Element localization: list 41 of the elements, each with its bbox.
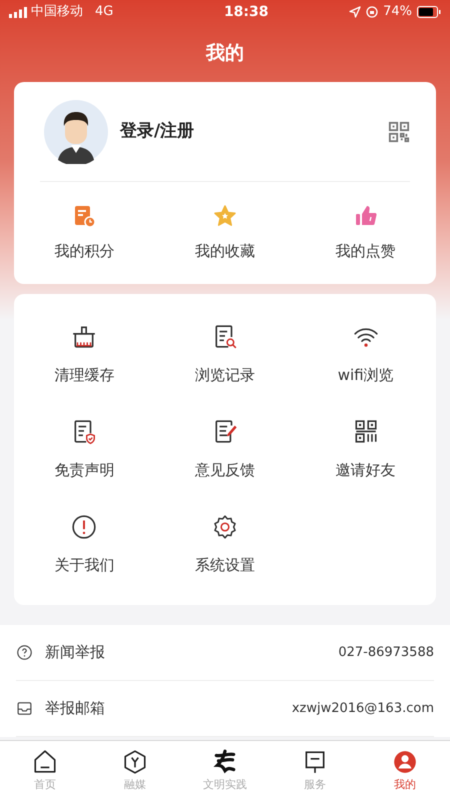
tool-item[interactable]: wifi浏览 — [295, 308, 436, 403]
tab[interactable]: 我的 — [360, 749, 450, 800]
tool-item[interactable]: 关于我们 — [14, 498, 155, 593]
tool-item[interactable]: 浏览记录 — [154, 308, 296, 403]
tool-item[interactable]: 清理缓存 — [14, 308, 155, 403]
contact-value: xzwjw2016@163.com — [292, 700, 434, 718]
basket-icon — [71, 324, 98, 350]
person-icon — [392, 749, 418, 775]
carrier-name: 中国移动 — [31, 3, 83, 22]
hexagon-icon — [122, 749, 148, 775]
house-icon — [32, 749, 58, 775]
contact-value: 027-86973588 — [338, 644, 434, 662]
rotation-lock-icon — [366, 6, 378, 18]
signal-icon — [9, 6, 27, 18]
location-arrow-icon — [349, 6, 362, 18]
settings-icon — [212, 514, 238, 540]
qr-code-icon — [388, 120, 410, 142]
tool-item[interactable]: 意见反馈 — [154, 403, 296, 498]
battery-icon — [417, 6, 441, 18]
quick-action[interactable]: 我的收藏 — [154, 204, 296, 262]
thumbs-up-icon — [354, 204, 378, 228]
network-type: 4G — [95, 3, 114, 22]
page-title: 我的 — [206, 40, 244, 66]
status-time: 18:38 — [222, 2, 270, 22]
quick-action[interactable]: 我的积分 — [14, 204, 155, 262]
battery-percent: 74% — [383, 3, 412, 22]
help-circle-icon — [16, 644, 33, 661]
avatar — [44, 100, 108, 164]
tool-item[interactable]: 系统设置 — [154, 498, 296, 593]
tool-item[interactable]: 免责声明 — [14, 403, 155, 498]
contact-label: 举报邮箱 — [45, 698, 105, 720]
tool-item[interactable]: 邀请好友 — [295, 403, 436, 498]
exclamation-circle-icon — [71, 514, 98, 540]
qr-code-icon — [352, 419, 379, 446]
contact-label: 新闻举报 — [45, 642, 105, 664]
envelope-icon — [16, 700, 33, 717]
login-link[interactable]: 登录/注册 — [120, 118, 194, 144]
quick-action[interactable]: 我的点赞 — [295, 204, 436, 262]
star-icon — [212, 204, 237, 228]
brush-mark-icon — [212, 749, 238, 775]
document-clock-icon — [72, 204, 96, 228]
